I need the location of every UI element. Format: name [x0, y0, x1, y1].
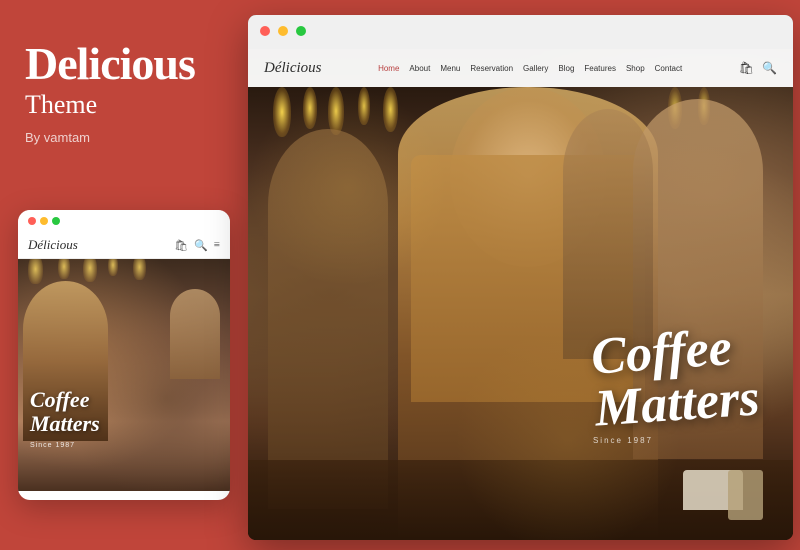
warm-glow-1	[248, 87, 448, 287]
title-subtitle: Theme	[25, 90, 220, 120]
nav-shop[interactable]: Shop	[626, 64, 645, 73]
mobile-header: Délicious 🛍 🔍 ≡	[18, 232, 230, 259]
hero-coffee-text: Coffee Matters	[590, 320, 762, 435]
nav-contact[interactable]: Contact	[655, 64, 683, 73]
nav-links-group: Home About Menu Reservation Gallery Blog…	[378, 64, 682, 73]
browser-window-controls	[260, 23, 310, 41]
mobile-since-text: Since 1987	[30, 442, 75, 449]
cart-icon[interactable]: 🛍	[739, 61, 754, 76]
website-preview: Délicious Home About Menu Reservation Ga…	[248, 49, 793, 540]
decorative-light-1	[28, 259, 43, 284]
mobile-coffee-text: Coffee Matters	[30, 388, 100, 436]
nav-reservation[interactable]: Reservation	[470, 64, 513, 73]
mobile-coffee-line1: Coffee	[30, 387, 89, 412]
theme-title: Delicious Theme	[25, 40, 220, 120]
search-icon[interactable]: 🔍	[762, 61, 777, 76]
mobile-window-controls	[18, 210, 230, 232]
nav-gallery[interactable]: Gallery	[523, 64, 548, 73]
browser-close-dot[interactable]	[260, 26, 270, 36]
browser-toolbar	[248, 15, 793, 49]
browser-maximize-dot[interactable]	[296, 26, 306, 36]
mobile-search-icon: 🔍	[194, 239, 208, 252]
mobile-close-dot	[28, 217, 36, 225]
mobile-preview-card: Délicious 🛍 🔍 ≡ Coffee Matters Since 198…	[18, 210, 230, 500]
nav-about[interactable]: About	[409, 64, 430, 73]
mobile-coffee-line2: Matters	[30, 411, 100, 436]
mobile-maximize-dot	[52, 217, 60, 225]
mobile-menu-icon: ≡	[214, 239, 220, 251]
nav-menu[interactable]: Menu	[440, 64, 460, 73]
byline: By vamtam	[25, 130, 220, 145]
decorative-light-5	[133, 259, 146, 280]
nav-home[interactable]: Home	[378, 64, 399, 73]
mobile-minimize-dot	[40, 217, 48, 225]
title-main: Delicious	[25, 40, 220, 88]
hero-since-text: Since 1987	[593, 436, 653, 445]
nav-features[interactable]: Features	[584, 64, 616, 73]
nav-blog[interactable]: Blog	[558, 64, 574, 73]
mobile-logo: Délicious	[28, 237, 78, 253]
browser-window: Délicious Home About Menu Reservation Ga…	[248, 15, 793, 540]
mobile-person-right	[170, 289, 220, 379]
nav-actions: 🛍 🔍	[739, 61, 777, 76]
site-navigation: Délicious Home About Menu Reservation Ga…	[248, 49, 793, 87]
hero-section: Coffee Matters Since 1987	[248, 49, 793, 540]
mobile-nav-icons: 🛍 🔍 ≡	[174, 239, 220, 252]
site-logo: Délicious	[264, 60, 322, 77]
decorative-light-3	[83, 259, 97, 282]
hero-coffee-line2: Matters	[594, 372, 762, 435]
mobile-cart-icon: 🛍	[174, 239, 188, 252]
coffee-vessel	[728, 470, 763, 520]
decorative-light-2	[58, 259, 70, 279]
mobile-hero-image: Coffee Matters Since 1987	[18, 259, 230, 491]
person-bg-mid	[563, 109, 653, 359]
decorative-light-4	[108, 259, 118, 276]
browser-minimize-dot[interactable]	[278, 26, 288, 36]
